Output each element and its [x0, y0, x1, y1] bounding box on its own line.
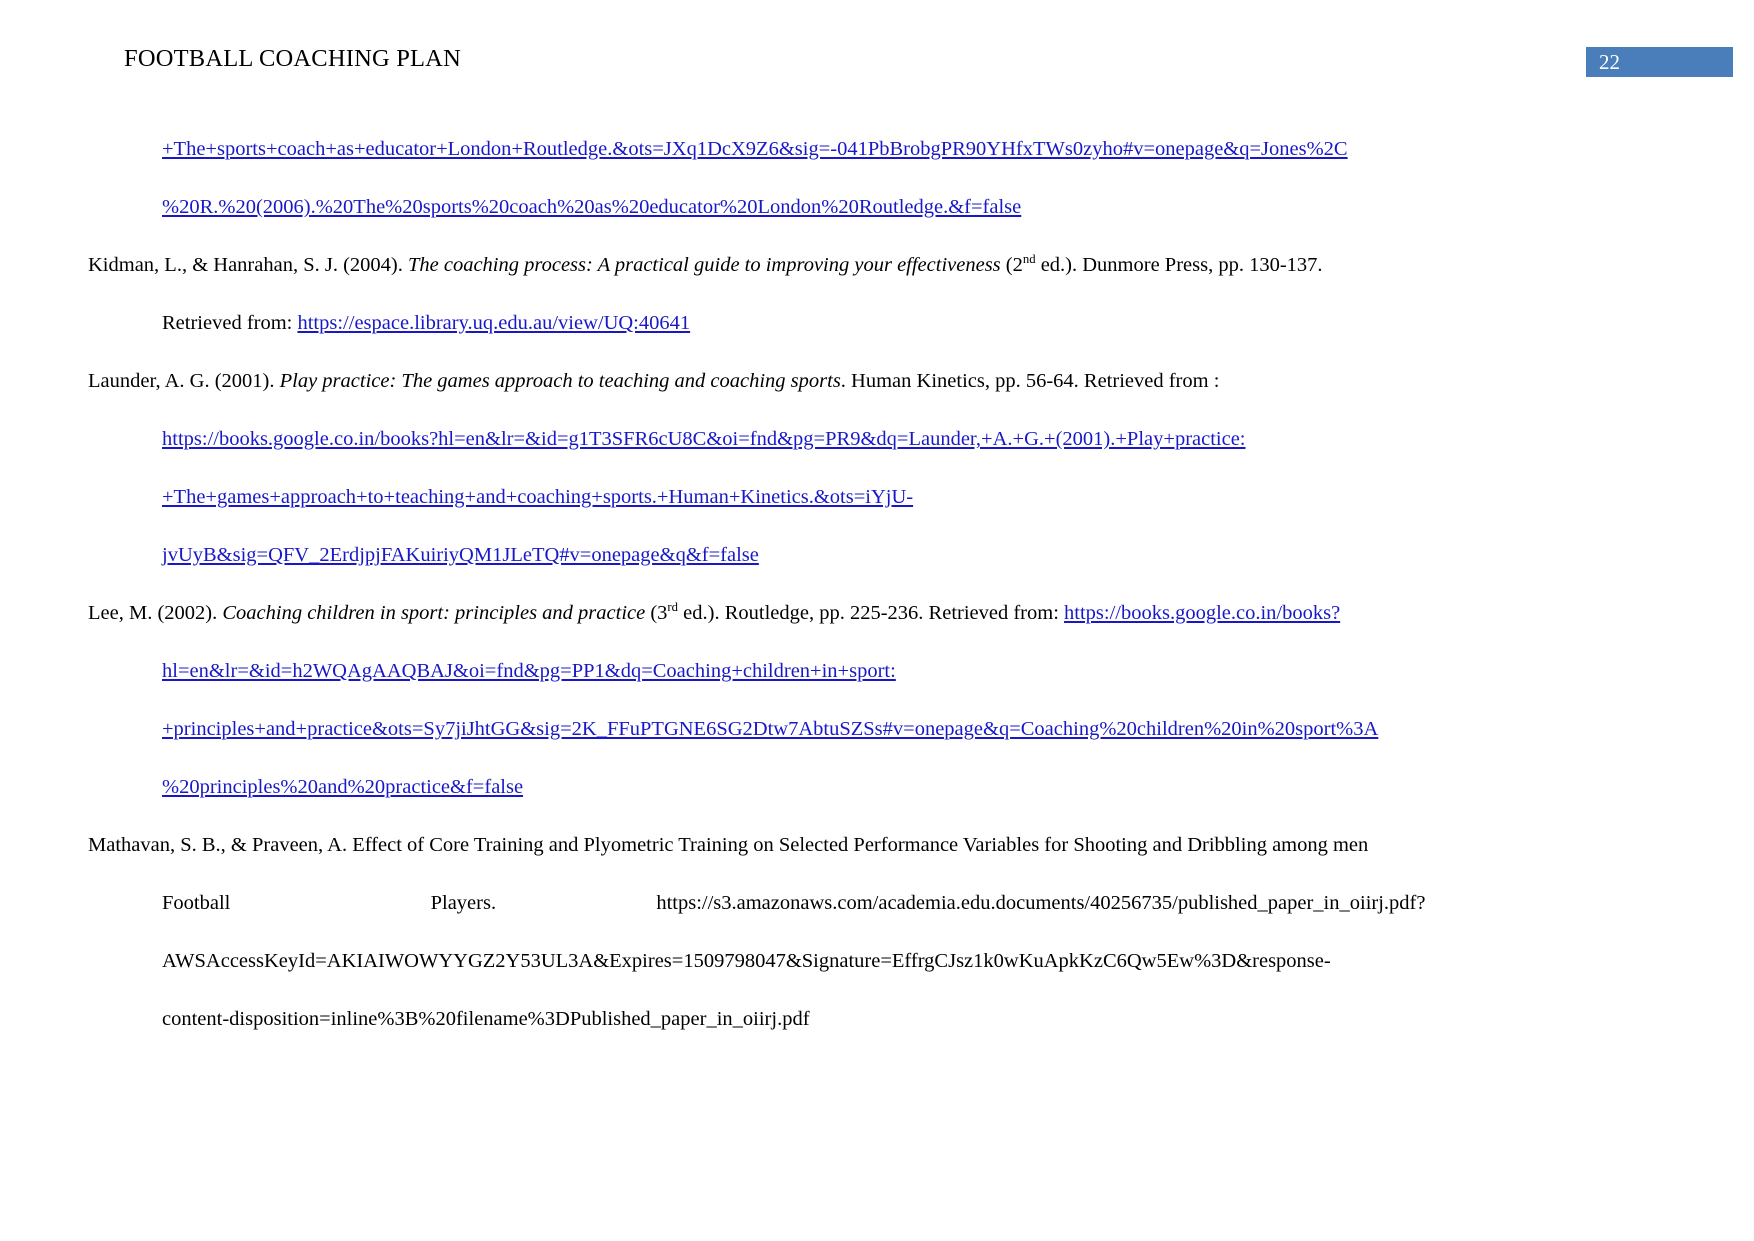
page-number-badge: 22: [1586, 47, 1733, 77]
launder-url-line-2[interactable]: +The+games+approach+to+teaching+and+coac…: [162, 486, 913, 508]
document-page: FOOTBALL COACHING PLAN 22 +The+sports+co…: [0, 0, 1754, 1241]
reference-entry-lee-url-4: %20principles%20and%20practice&f=false: [88, 758, 1688, 816]
lee-authors-year: Lee, M. (2002).: [88, 602, 218, 624]
kidman-edition-suffix: ed.).: [1035, 254, 1078, 276]
reference-entry-launder-url-2: +The+games+approach+to+teaching+and+coac…: [88, 468, 1688, 526]
kidman-url[interactable]: https://espace.library.uq.edu.au/view/UQ…: [297, 312, 690, 334]
lee-edition-ordinal: rd: [667, 600, 679, 615]
mathavan-url-line-2: AWSAccessKeyId=AKIAIWOWYYGZ2Y53UL3A&Expi…: [162, 950, 1331, 972]
kidman-edition-ordinal: nd: [1022, 252, 1036, 267]
reference-entry-lee-url-2: hl=en&lr=&id=h2WQAgAAQBAJ&oi=fnd&pg=PP1&…: [88, 642, 1688, 700]
reference-entry-launder-url-3: jvUyB&sig=QFV_2ErdjpjFAKuiriyQM1JLeTQ#v=…: [88, 526, 1688, 584]
lee-url-line-1[interactable]: https://books.google.co.in/books?: [1064, 602, 1340, 624]
kidman-publisher: Dunmore Press, pp. 130-137.: [1082, 254, 1323, 276]
lee-edition-suffix: ed.).: [678, 602, 720, 624]
reference-entry-kidman-retrieved: Retrieved from: https://espace.library.u…: [88, 294, 1688, 352]
reference-list: +The+sports+coach+as+educator+London+Rou…: [88, 120, 1688, 1048]
launder-url-line-3[interactable]: jvUyB&sig=QFV_2ErdjpjFAKuiriyQM1JLeTQ#v=…: [162, 544, 759, 566]
lee-url-line-4[interactable]: %20principles%20and%20practice&f=false: [162, 776, 523, 798]
reference-entry-kidman: Kidman, L., & Hanrahan, S. J. (2004). Th…: [88, 236, 1688, 294]
reference-entry-jones-continuation: +The+sports+coach+as+educator+London+Rou…: [88, 120, 1688, 178]
reference-entry-mathavan-line-4: content-disposition=inline%3B%20filename…: [88, 990, 1688, 1048]
lee-edition-prefix: (3: [650, 602, 668, 624]
reference-entry-mathavan-line-2: Football Players. https://s3.amazonaws.c…: [88, 874, 1688, 932]
reference-entry-lee-url-3: +principles+and+practice&ots=Sy7jiJhtGG&…: [88, 700, 1688, 758]
kidman-edition-prefix: (2: [1005, 254, 1023, 276]
mathavan-url-line-3: content-disposition=inline%3B%20filename…: [162, 1008, 810, 1030]
launder-publisher: . Human Kinetics, pp. 56-64. Retrieved f…: [840, 370, 1220, 392]
mathavan-journal-mid: Players.: [430, 892, 497, 914]
lee-edition: (3rd ed.).: [650, 600, 720, 624]
reference-entry-launder-url-1: https://books.google.co.in/books?hl=en&l…: [88, 410, 1688, 468]
lee-url-line-2[interactable]: hl=en&lr=&id=h2WQAgAAQBAJ&oi=fnd&pg=PP1&…: [162, 660, 896, 682]
kidman-title: The coaching process: A practical guide …: [407, 254, 1001, 276]
kidman-retrieved-label: Retrieved from:: [162, 312, 293, 334]
kidman-edition: (2nd ed.).: [1005, 252, 1078, 276]
mathavan-url-line-1: https://s3.amazonaws.com/academia.edu.do…: [656, 892, 1426, 914]
reference-entry-lee: Lee, M. (2002). Coaching children in spo…: [88, 584, 1688, 642]
launder-authors-year: Launder, A. G. (2001).: [88, 370, 275, 392]
mathavan-citation-line-1: Mathavan, S. B., & Praveen, A. Effect of…: [88, 834, 1369, 856]
lee-publisher: Routledge, pp. 225-236. Retrieved from:: [724, 602, 1059, 624]
mathavan-journal-left: Football: [162, 892, 231, 914]
lee-url-line-3[interactable]: +principles+and+practice&ots=Sy7jiJhtGG&…: [162, 718, 1378, 740]
page-number-text: 22: [1599, 50, 1620, 74]
reference-entry-launder: Launder, A. G. (2001). Play practice: Th…: [88, 352, 1688, 410]
reference-entry-jones-continuation-line2: %20R.%20(2006).%20The%20sports%20coach%2…: [88, 178, 1688, 236]
reference-entry-mathavan-line-3: AWSAccessKeyId=AKIAIWOWYYGZ2Y53UL3A&Expi…: [88, 932, 1688, 990]
kidman-authors-year: Kidman, L., & Hanrahan, S. J. (2004).: [88, 254, 403, 276]
lee-title: Coaching children in sport: principles a…: [222, 602, 646, 624]
page-header-title: FOOTBALL COACHING PLAN: [124, 45, 461, 72]
launder-url-line-1[interactable]: https://books.google.co.in/books?hl=en&l…: [162, 428, 1246, 450]
page-header: FOOTBALL COACHING PLAN 22: [0, 44, 1754, 84]
launder-title: Play practice: The games approach to tea…: [279, 370, 841, 392]
jones-url-line-2[interactable]: %20R.%20(2006).%20The%20sports%20coach%2…: [162, 196, 1021, 218]
reference-entry-mathavan: Mathavan, S. B., & Praveen, A. Effect of…: [88, 816, 1688, 874]
jones-url-line-1[interactable]: +The+sports+coach+as+educator+London+Rou…: [162, 138, 1348, 160]
